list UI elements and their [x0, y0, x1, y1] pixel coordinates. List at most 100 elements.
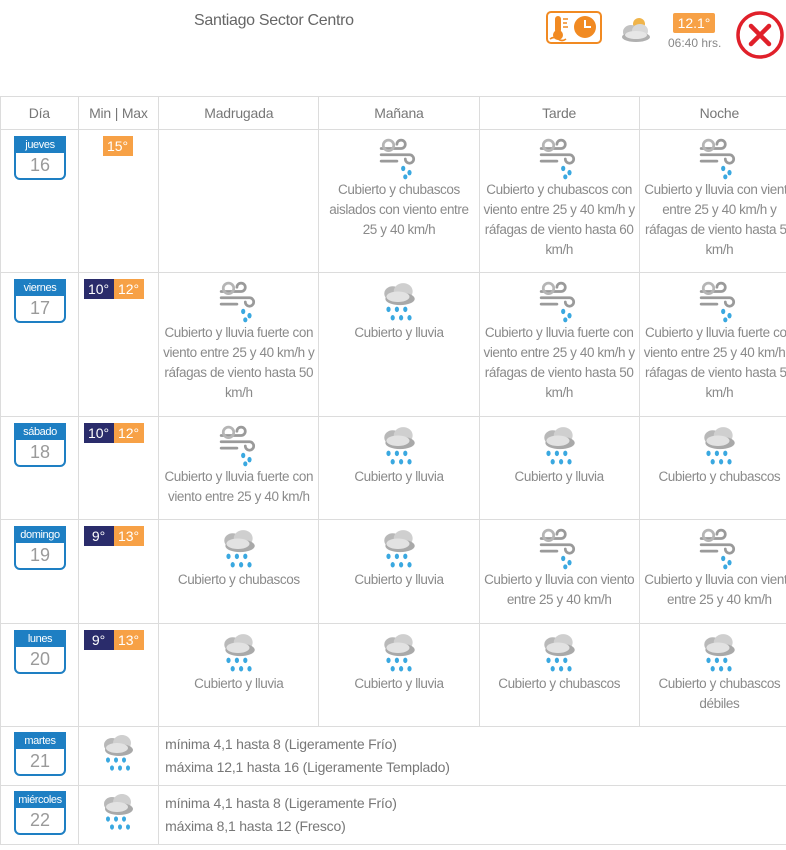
period-description: Cubierto y lluvia fuerte con viento entr… [643, 325, 786, 400]
period-cell: Cubierto y chubascos con viento entre 25… [478, 129, 640, 273]
cloud-rain-icon [98, 792, 138, 832]
day-badge: jueves 16 [14, 136, 66, 180]
period-description: Cubierto y lluvia [354, 572, 444, 587]
period-cell: Cubierto y chubascos [638, 416, 786, 520]
period-description: Cubierto y lluvia [514, 469, 605, 484]
temperature-range: 15° [102, 136, 159, 156]
period-cell: Cubierto y chubascos [478, 623, 640, 727]
day-cell: viernes 17 [0, 272, 79, 417]
period-description: Cubierto y lluvia con viento entre 25 y … [484, 572, 635, 607]
day-badge: lunes 20 [14, 630, 66, 674]
minmax-cell: 10° 12° [77, 416, 160, 520]
day-cell: sábado 18 [0, 416, 79, 520]
extended-max: máxima 12,1 hasta 16 (Ligeramente Templa… [165, 759, 450, 775]
forecast-table: Día Min | Max Madrugada Mañana Tarde Noc… [0, 96, 786, 845]
period-cell: Cubierto y lluvia [478, 416, 640, 520]
period-description: Cubierto y chubascos [498, 676, 621, 691]
period-cell: Cubierto y lluvia con viento entre 25 y … [638, 129, 786, 273]
day-name: domingo [16, 528, 64, 543]
period-cell: Cubierto y lluvia con viento entre 25 y … [638, 519, 786, 624]
minmax-cell: 10° 12° [77, 272, 160, 417]
day-cell: miércoles 22 [0, 785, 79, 845]
period-description: Cubierto y chubascos [658, 469, 781, 484]
minmax-cell: 9° 13° [77, 519, 160, 624]
column-header-minmax: Min | Max [77, 96, 160, 130]
period-description: Cubierto y chubascos débiles [658, 676, 781, 711]
period-description: Cubierto y chubascos aislados con viento… [329, 182, 469, 237]
header: Santiago Sector Centro 12.1° 06:40 hrs. [0, 0, 786, 96]
minmax-cell: 15° [77, 129, 160, 273]
day-badge: domingo 19 [14, 526, 66, 570]
extended-forecast: mínima 4,1 hasta 8 (Ligeramente Frío) máx… [158, 785, 786, 845]
min-temperature: 9° [83, 630, 114, 650]
station-name: Santiago Sector Centro [194, 12, 354, 29]
period-cell: Cubierto y lluvia fuerte con viento entr… [158, 416, 320, 520]
period-cell: Cubierto y chubascos [158, 519, 320, 624]
period-cell: Cubierto y lluvia [318, 416, 480, 520]
column-header-manana: Mañana [318, 96, 480, 130]
close-button[interactable] [735, 10, 785, 65]
day-number: 22 [29, 810, 51, 830]
period-description: Cubierto y chubascos [177, 572, 300, 587]
partly-cloudy-icon [619, 15, 655, 50]
minmax-cell: 9° 13° [77, 623, 160, 727]
close-icon[interactable] [735, 10, 785, 60]
wind-rain-icon [698, 138, 740, 180]
period-cell: Cubierto y lluvia con viento entre 25 y … [478, 519, 640, 624]
column-header-tarde: Tarde [478, 96, 640, 130]
day-number: 18 [29, 442, 51, 462]
cloud-rain-icon [98, 733, 138, 773]
temperature-range: 9° 13° [83, 526, 159, 546]
day-cell: martes 21 [0, 726, 79, 786]
period-description: Cubierto y lluvia con viento entre 25 y … [644, 182, 786, 257]
day-number: 19 [29, 545, 51, 565]
cloud-rain-icon [538, 425, 580, 467]
wind-rain-icon [698, 281, 740, 323]
cloud-rain-icon [218, 528, 260, 570]
max-temperature: 12° [113, 279, 144, 299]
period-cell: Cubierto y lluvia [318, 519, 480, 624]
period-cell: Cubierto y lluvia [158, 623, 320, 727]
column-header-madrugada: Madrugada [158, 96, 320, 130]
column-header-dia: Día [0, 96, 79, 130]
current-temperature: 12.1° [673, 13, 715, 33]
day-name: miércoles [16, 793, 64, 808]
period-cell [158, 129, 320, 273]
table-row: lunes 20 9° 13° Cubierto y lluvia Cubierto y … [0, 623, 786, 727]
period-cell: Cubierto y chubascos aislados con viento… [318, 129, 480, 273]
day-number: 16 [29, 155, 51, 175]
min-temperature: 10° [83, 423, 114, 443]
period-description: Cubierto y lluvia [354, 325, 444, 340]
wind-rain-icon [218, 281, 260, 323]
cloud-rain-icon [378, 281, 420, 323]
period-description: Cubierto y lluvia con viento entre 25 y … [644, 572, 786, 607]
day-badge: viernes 17 [14, 279, 66, 323]
thermometer-clock-icon[interactable] [546, 11, 602, 44]
cloud-rain-icon [218, 632, 260, 674]
period-cell: Cubierto y lluvia fuerte con viento entr… [478, 272, 640, 417]
day-badge: sábado 18 [14, 423, 66, 467]
wind-rain-icon [378, 138, 420, 180]
day-name: viernes [16, 281, 64, 296]
min-temperature: 9° [83, 526, 114, 546]
wind-rain-icon [538, 138, 580, 180]
period-description: Cubierto y lluvia [354, 676, 444, 691]
wind-rain-icon [538, 281, 580, 323]
day-number: 21 [29, 751, 51, 771]
day-badge: martes 21 [14, 732, 66, 776]
temperature-range: 9° 13° [83, 630, 159, 650]
max-temperature: 12° [113, 423, 144, 443]
period-description: Cubierto y lluvia fuerte con viento entr… [483, 325, 635, 400]
minmax-cell [77, 726, 160, 786]
max-temperature: 13° [113, 526, 144, 546]
day-cell: jueves 16 [0, 129, 79, 273]
period-cell: Cubierto y chubascos débiles [638, 623, 786, 727]
minmax-cell [77, 785, 160, 845]
max-temperature: 13° [113, 630, 144, 650]
day-name: sábado [16, 425, 64, 440]
period-cell: Cubierto y lluvia fuerte con viento entr… [638, 272, 786, 417]
period-cell: Cubierto y lluvia [318, 623, 480, 727]
period-description: Cubierto y lluvia [354, 469, 444, 484]
extended-min: mínima 4,1 hasta 8 (Ligeramente Frío) [165, 736, 397, 752]
period-description: Cubierto y lluvia fuerte con viento entr… [163, 325, 315, 400]
